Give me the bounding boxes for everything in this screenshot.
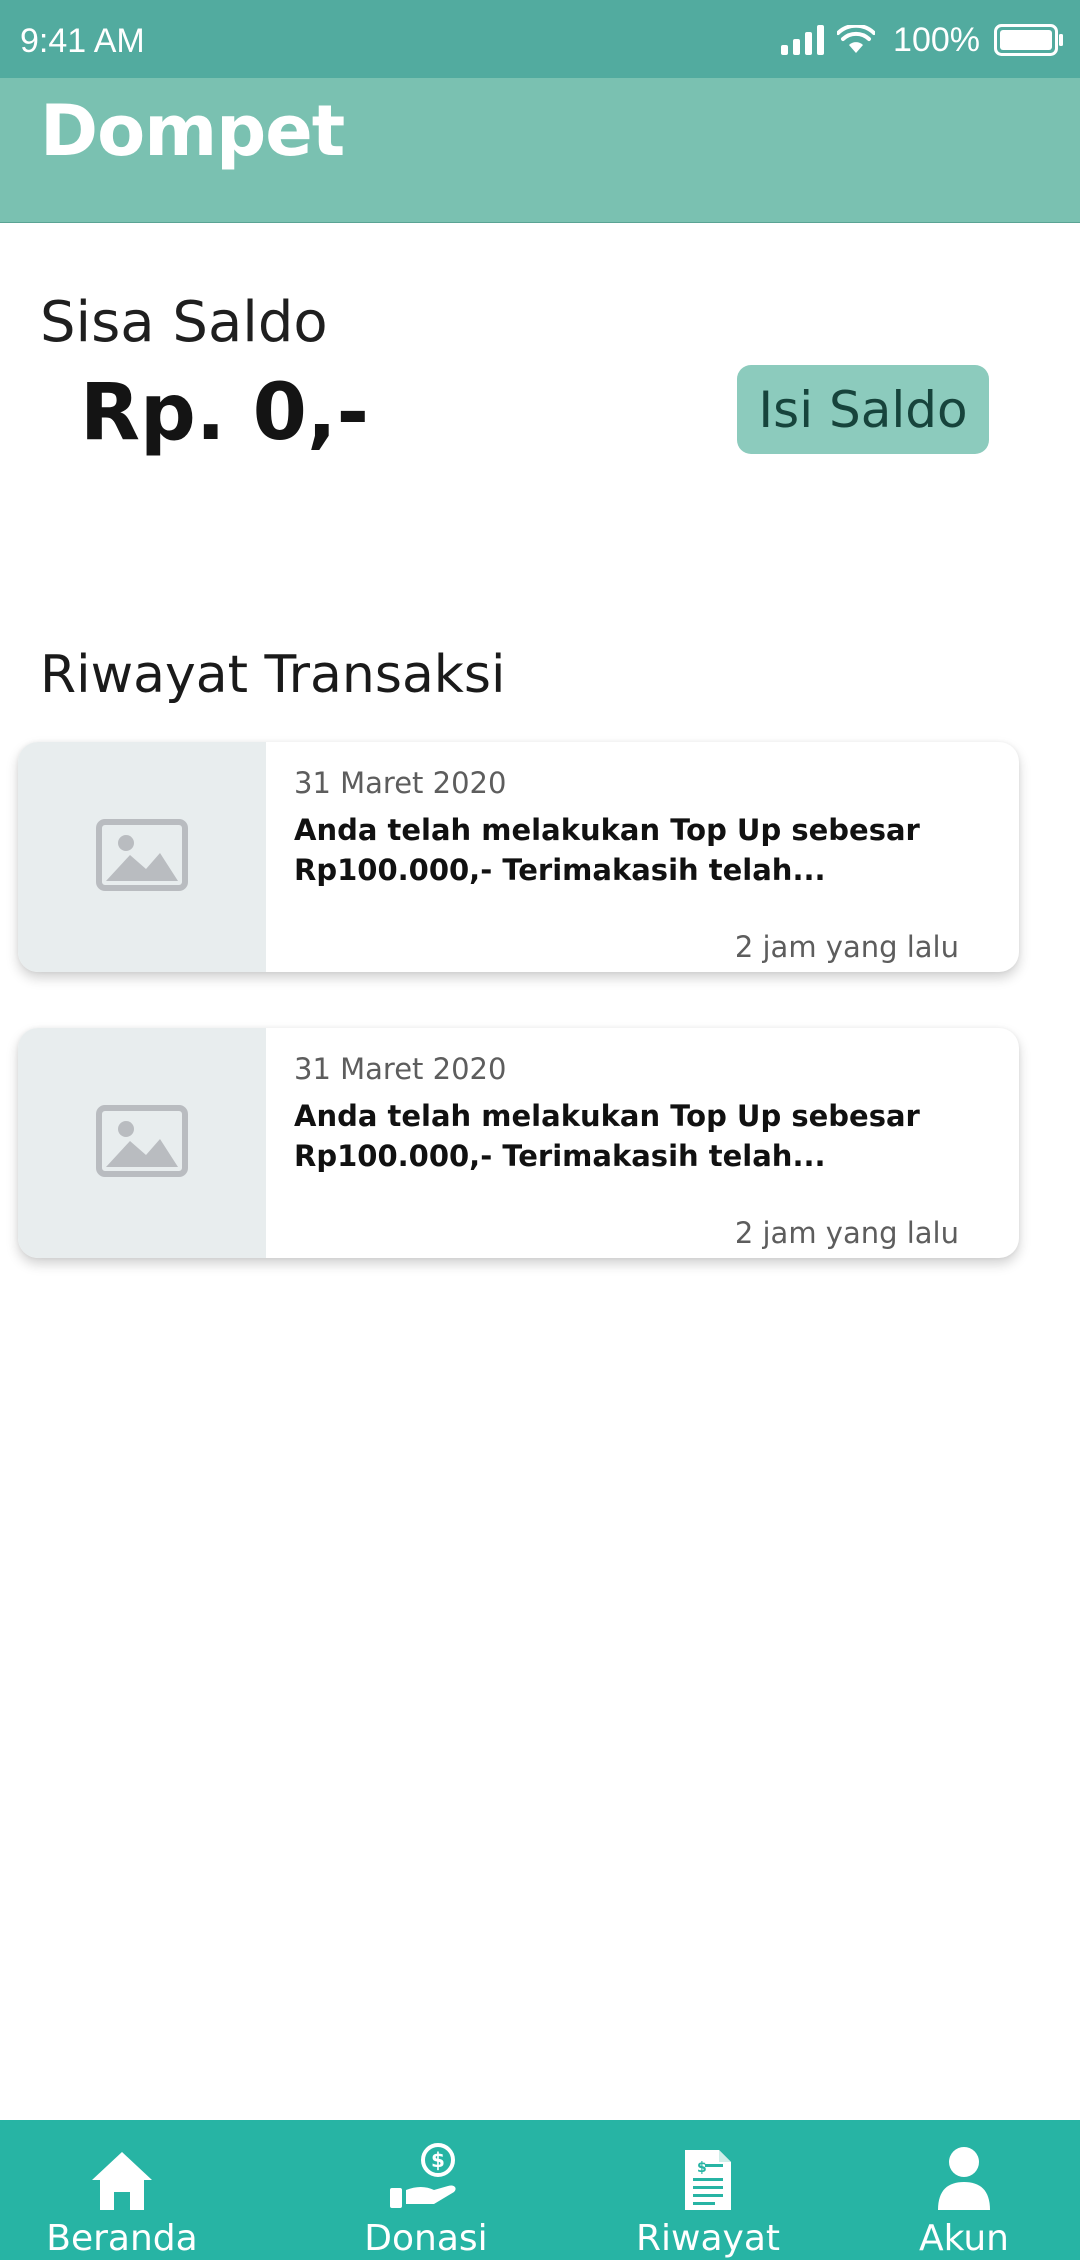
wallet-screen: 9:41 AM 100% Dompet Sisa Saldo Rp. 0,- I… [0, 0, 1080, 2260]
topup-button[interactable]: Isi Saldo [737, 365, 989, 454]
battery-percent: 100% [893, 20, 980, 59]
status-bar: 9:41 AM 100% [0, 0, 1080, 78]
battery-icon [994, 24, 1064, 56]
transaction-time: 2 jam yang lalu [734, 930, 959, 964]
transaction-description: Anda telah melakukan Top Up sebesar Rp10… [294, 813, 920, 887]
bottom-nav: Beranda $ Donasi $ Riwayat Akun [0, 2120, 1080, 2260]
transaction-date: 31 Maret 2020 [294, 1052, 507, 1086]
nav-item-riwayat[interactable]: $ Riwayat [608, 2120, 808, 2260]
nav-item-beranda[interactable]: Beranda [22, 2120, 222, 2260]
wifi-icon [837, 25, 876, 55]
svg-text:$: $ [431, 2148, 445, 2172]
transaction-card[interactable]: 31 Maret 2020 Anda telah melakukan Top U… [18, 742, 1019, 972]
transaction-card[interactable]: 31 Maret 2020 Anda telah melakukan Top U… [18, 1028, 1019, 1258]
image-placeholder-icon [96, 818, 188, 896]
nav-label-beranda: Beranda [46, 2218, 198, 2259]
transaction-description: Anda telah melakukan Top Up sebesar Rp10… [294, 1099, 920, 1173]
app-header: Dompet [0, 78, 1080, 223]
page-title: Dompet [40, 90, 345, 172]
balance-label: Sisa Saldo [40, 290, 328, 355]
transaction-thumbnail [18, 1028, 266, 1258]
svg-text:$: $ [697, 2160, 707, 2176]
user-icon [936, 2132, 992, 2212]
balance-amount: Rp. 0,- [80, 368, 369, 458]
nav-item-akun[interactable]: Akun [864, 2120, 1064, 2260]
status-icons: 100% [781, 20, 1064, 60]
signal-icon [781, 25, 825, 55]
home-icon [90, 2132, 154, 2212]
transaction-time: 2 jam yang lalu [734, 1216, 959, 1250]
donation-hand-icon: $ [388, 2132, 464, 2212]
nav-label-akun: Akun [919, 2218, 1009, 2259]
history-title: Riwayat Transaksi [40, 645, 506, 705]
nav-item-donasi[interactable]: $ Donasi [326, 2120, 526, 2260]
nav-label-donasi: Donasi [364, 2218, 488, 2259]
transaction-date: 31 Maret 2020 [294, 766, 507, 800]
status-time: 9:41 AM [20, 22, 145, 60]
transaction-thumbnail [18, 742, 266, 972]
image-placeholder-icon [96, 1104, 188, 1182]
document-icon: $ [683, 2132, 733, 2212]
nav-label-riwayat: Riwayat [636, 2218, 780, 2259]
